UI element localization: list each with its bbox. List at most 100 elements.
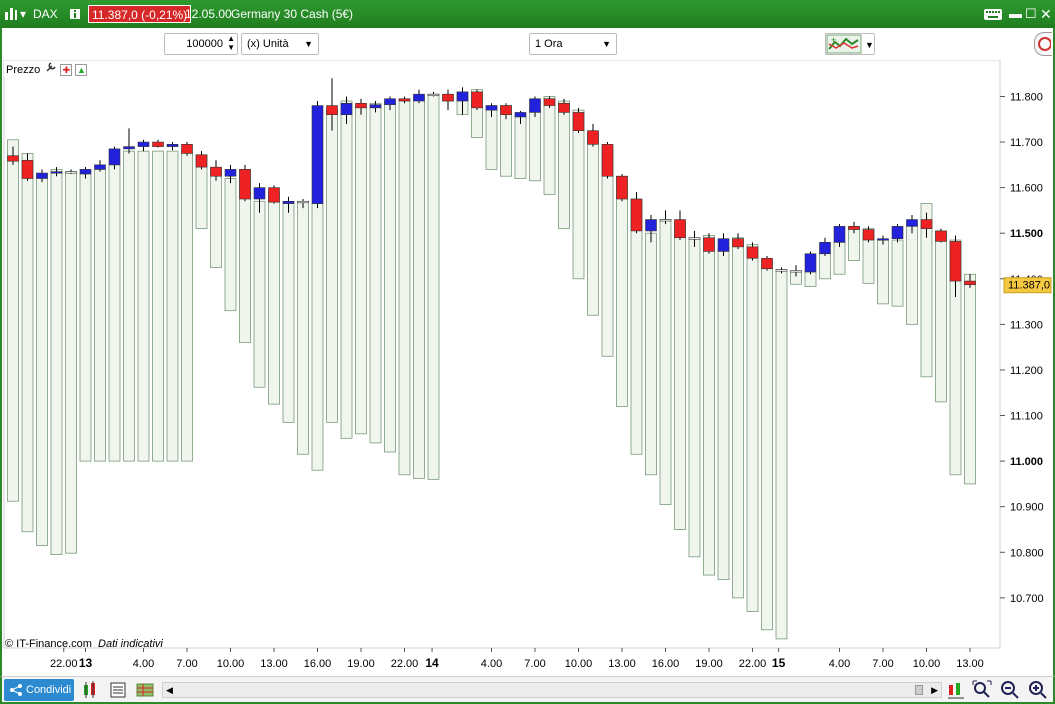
unit-select[interactable]: (x) Unità ▼	[241, 33, 319, 55]
range-bar	[369, 102, 382, 444]
x-tick-label: 13.00	[608, 658, 636, 670]
candle-body	[65, 171, 77, 174]
time-scrollbar[interactable]: ◀ ▶	[162, 682, 942, 698]
x-tick-label: 4.00	[133, 658, 154, 670]
y-tick-label: 11.300	[1010, 319, 1043, 331]
dropdown-arrow-icon[interactable]: ▾	[20, 0, 26, 28]
x-tick-label: 13.00	[956, 658, 984, 670]
share-icon	[10, 684, 22, 696]
candle-body	[210, 166, 222, 177]
stepper-icon[interactable]: ▲ ▼	[227, 34, 235, 52]
range-bar	[746, 244, 759, 612]
range-bar	[65, 171, 77, 554]
candle-body	[485, 105, 498, 111]
candle-body	[79, 169, 92, 175]
x-tick-label: 10.00	[913, 658, 941, 670]
range-bar	[964, 273, 976, 485]
close-icon[interactable]: ✕	[1040, 0, 1052, 28]
candle-body	[311, 105, 324, 204]
zoom-out-icon[interactable]	[1000, 680, 1020, 700]
range-bar	[340, 100, 353, 439]
x-tick-label: 14	[425, 656, 439, 670]
share-button[interactable]: Condividi	[4, 679, 74, 701]
range-bar	[543, 96, 556, 195]
candle-body	[268, 187, 280, 203]
timeframe-select-value: 1 Ora	[535, 38, 563, 50]
range-bar	[253, 200, 266, 388]
indicator-header: Prezzo ✚ ▲	[4, 61, 90, 78]
candle-body	[514, 112, 527, 118]
y-tick-label: 11.700	[1010, 137, 1043, 149]
y-tick-label: 10.800	[1010, 547, 1044, 559]
wrench-icon[interactable]	[45, 61, 57, 78]
candle-body	[413, 93, 425, 102]
candle-body	[195, 154, 208, 168]
zoom-fit-icon[interactable]	[972, 680, 992, 700]
candle-body	[572, 112, 585, 131]
range-bar	[630, 198, 643, 455]
range-bar	[123, 150, 135, 462]
indicator-label: Prezzo	[6, 64, 41, 76]
chart-style-icon[interactable]	[82, 680, 102, 700]
candle-body	[369, 104, 382, 109]
range-bar	[529, 109, 541, 182]
range-bar	[297, 200, 309, 455]
x-tick-label: 13	[79, 656, 93, 670]
timeframe-select[interactable]: 1 Ora ▼	[529, 33, 617, 55]
table-icon[interactable]	[135, 680, 155, 700]
range-bar	[108, 164, 121, 462]
add-indicator-icon[interactable]: ▲	[75, 64, 88, 77]
keyboard-icon[interactable]	[983, 0, 1003, 28]
x-tick-label: 7.00	[176, 658, 197, 670]
candle-body	[616, 175, 628, 200]
x-tick-label: 16.00	[304, 658, 332, 670]
x-tick-label: 7.00	[524, 658, 545, 670]
range-bar	[587, 132, 599, 316]
x-tick-label: 10.00	[565, 658, 593, 670]
price-badge: 11.387,0 (-0,21%)	[88, 5, 192, 23]
scroll-right-icon[interactable]: ▶	[931, 683, 938, 697]
list-icon[interactable]	[108, 680, 128, 700]
candle-body	[659, 219, 672, 222]
candle-body	[340, 103, 353, 115]
zoom-in-icon[interactable]	[1028, 680, 1048, 700]
range-bar	[50, 168, 63, 555]
chart-bars-icon[interactable]	[4, 0, 18, 28]
candle-body	[326, 105, 338, 115]
scroll-thumb[interactable]	[915, 685, 923, 695]
range-bar	[21, 153, 34, 533]
candle-body	[674, 219, 686, 239]
candle-body	[761, 257, 773, 270]
range-bar	[398, 100, 411, 476]
candle-body	[471, 91, 483, 109]
range-bar	[282, 203, 295, 423]
x-tick-label: 10.00	[217, 658, 245, 670]
auto-scale-icon[interactable]	[946, 680, 966, 700]
range-bar	[79, 173, 92, 462]
range-bar	[688, 237, 701, 558]
x-tick-label: 22.00	[50, 658, 78, 670]
toolbar: 100000 ▲ ▼ (x) Unità ▼ 1 Ora ▼ + ▼	[0, 28, 1055, 60]
info-icon[interactable]	[70, 0, 80, 28]
range-bar	[36, 173, 48, 546]
quantity-value: 100000	[186, 38, 223, 50]
indicators-button[interactable]: + ▼	[825, 33, 875, 55]
range-bar	[572, 109, 585, 280]
candle-body	[181, 144, 193, 154]
footer-credit: © IT-Finance.com Dati indicativi	[5, 638, 163, 650]
range-bar	[181, 150, 193, 462]
scroll-left-icon[interactable]: ◀	[166, 683, 173, 697]
symbol-label[interactable]: DAX	[33, 0, 58, 28]
price-chart[interactable]: 11.80011.70011.60011.50011.40011.30011.2…	[2, 60, 1053, 676]
quantity-input[interactable]: 100000 ▲ ▼	[164, 33, 238, 55]
remove-indicator-icon[interactable]: ✚	[60, 64, 73, 77]
candle-body	[384, 98, 396, 105]
range-bar	[311, 203, 324, 471]
side-panel-toggle[interactable]	[1034, 32, 1052, 56]
x-tick-label: 22.00	[739, 658, 767, 670]
minimize-icon[interactable]: ▬	[1009, 0, 1022, 28]
candle-body	[732, 238, 744, 248]
candle-body	[282, 201, 295, 204]
maximize-icon[interactable]: ☐	[1025, 0, 1037, 28]
y-tick-label: 11.600	[1010, 183, 1043, 195]
